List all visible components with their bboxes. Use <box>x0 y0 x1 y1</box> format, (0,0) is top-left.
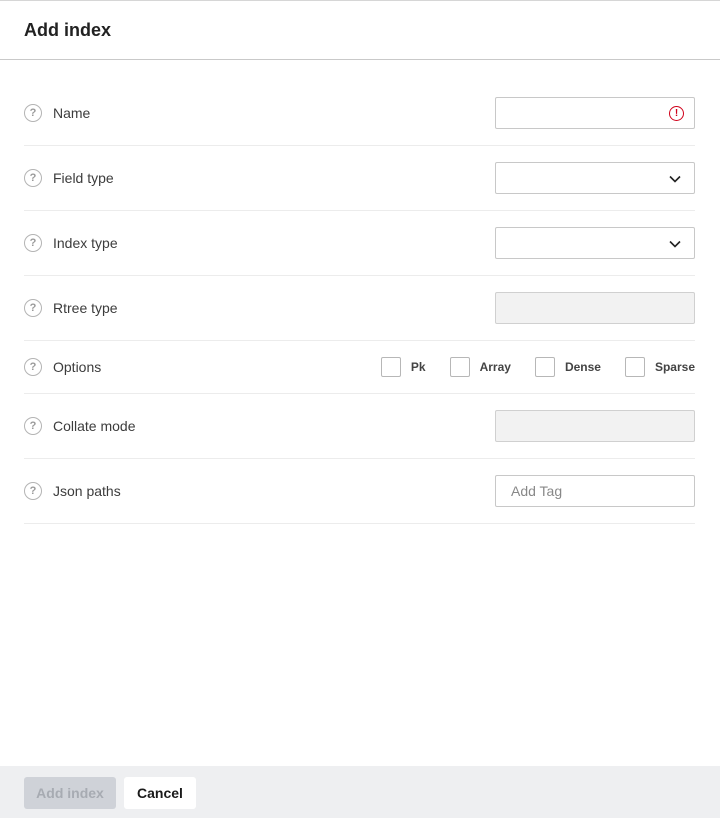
json-paths-input[interactable] <box>496 476 694 506</box>
option-dense[interactable]: Dense <box>534 357 601 377</box>
rtree-type-row: ? Rtree type <box>24 276 695 341</box>
json-paths-row: ? Json paths <box>24 459 695 524</box>
rtree-type-field <box>495 292 695 324</box>
name-label: Name <box>53 105 91 121</box>
error-icon: ! <box>669 106 684 121</box>
dialog-title: Add index <box>24 19 112 40</box>
field-type-row: ? Field type <box>24 146 695 211</box>
sparse-checkbox[interactable] <box>624 357 645 377</box>
options-row: ? Options Pk Array Dense Sparse <box>24 341 695 394</box>
collate-mode-row: ? Collate mode <box>24 394 695 459</box>
dialog-footer: Add index Cancel <box>0 766 720 818</box>
sparse-label: Sparse <box>654 360 695 374</box>
array-label: Array <box>479 360 511 374</box>
help-icon[interactable]: ? <box>24 104 42 122</box>
name-input[interactable] <box>496 98 694 128</box>
help-icon[interactable]: ? <box>24 482 42 500</box>
collate-mode-label: Collate mode <box>53 418 136 434</box>
index-type-label: Index type <box>53 235 118 251</box>
option-sparse[interactable]: Sparse <box>624 357 695 377</box>
name-field[interactable]: ! <box>495 97 695 129</box>
dialog-header: Add index <box>0 1 720 60</box>
chevron-down-icon <box>669 240 681 248</box>
index-form: ? Name ! ? Field type ? Index type ? Rtr… <box>24 81 695 524</box>
dense-label: Dense <box>564 360 601 374</box>
pk-checkbox[interactable] <box>380 357 401 377</box>
cancel-button[interactable]: Cancel <box>124 776 196 809</box>
name-row: ? Name ! <box>24 81 695 146</box>
index-type-select[interactable] <box>495 227 695 259</box>
option-array[interactable]: Array <box>449 357 511 377</box>
options-label: Options <box>53 359 102 375</box>
index-type-row: ? Index type <box>24 211 695 276</box>
option-pk[interactable]: Pk <box>380 357 426 377</box>
array-checkbox[interactable] <box>449 357 470 377</box>
help-icon[interactable]: ? <box>24 299 42 317</box>
json-paths-field[interactable] <box>495 475 695 507</box>
field-type-select[interactable] <box>495 162 695 194</box>
help-icon[interactable]: ? <box>24 169 42 187</box>
json-paths-label: Json paths <box>53 483 121 499</box>
options-group: Pk Array Dense Sparse <box>380 357 695 377</box>
help-icon[interactable]: ? <box>24 417 42 435</box>
pk-label: Pk <box>410 360 426 374</box>
dense-checkbox[interactable] <box>534 357 555 377</box>
chevron-down-icon <box>669 175 681 183</box>
field-type-label: Field type <box>53 170 114 186</box>
collate-mode-field <box>495 410 695 442</box>
add-index-dialog: Add index ? Name ! ? Field type ? Index … <box>0 0 720 818</box>
rtree-type-label: Rtree type <box>53 300 118 316</box>
help-icon[interactable]: ? <box>24 358 42 376</box>
help-icon[interactable]: ? <box>24 234 42 252</box>
add-index-button[interactable]: Add index <box>24 776 116 809</box>
